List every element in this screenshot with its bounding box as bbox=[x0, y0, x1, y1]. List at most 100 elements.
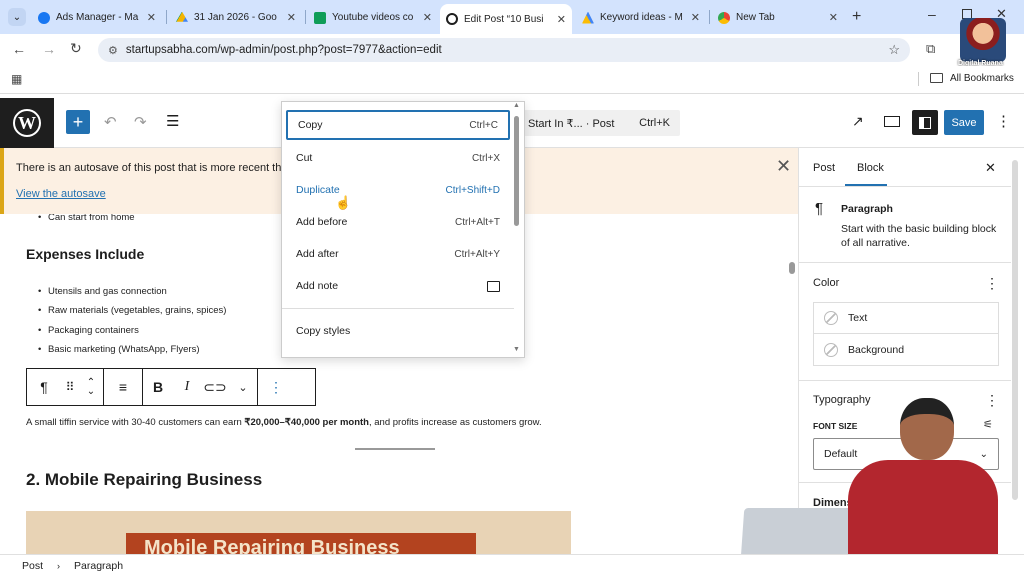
presenter-head bbox=[900, 398, 954, 460]
close-icon[interactable]: ✕ bbox=[691, 11, 700, 24]
menu-item-add-note[interactable]: Add note bbox=[286, 271, 510, 301]
minimize-icon[interactable]: – bbox=[928, 6, 936, 22]
command-palette-bar[interactable]: Start In ₹... · Post Ctrl+K bbox=[520, 110, 680, 136]
paragraph-icon[interactable]: ¶ bbox=[27, 369, 61, 405]
forward-arrow-icon[interactable]: → bbox=[42, 41, 56, 57]
paragraph-earnings[interactable]: A small tiffin service with 30-40 custom… bbox=[26, 417, 542, 428]
menu-item-label: Duplicate bbox=[296, 184, 340, 196]
document-overview-icon[interactable]: ☰ bbox=[166, 112, 179, 130]
all-bookmarks-label[interactable]: All Bookmarks bbox=[950, 73, 1014, 84]
italic-icon[interactable]: I bbox=[173, 369, 201, 405]
new-tab-button[interactable]: + bbox=[852, 8, 861, 26]
bold-icon[interactable]: B bbox=[143, 369, 173, 405]
menu-item-label: Add note bbox=[296, 280, 339, 292]
breadcrumb-post[interactable]: Post bbox=[22, 560, 43, 572]
block-description: Start with the basic building block of a… bbox=[841, 223, 997, 249]
close-icon[interactable]: ✕ bbox=[147, 11, 156, 24]
close-icon[interactable]: ✕ bbox=[829, 11, 838, 24]
more-formats-chevron-icon[interactable]: ⌄ bbox=[229, 369, 257, 405]
tab-title: Keyword ideas - M bbox=[600, 12, 683, 23]
view-autosave-link[interactable]: View the autosave bbox=[16, 188, 106, 200]
undo-icon[interactable]: ↶ bbox=[104, 113, 117, 131]
tab-post[interactable]: Post bbox=[813, 162, 835, 174]
menu-item-shortcut: Ctrl+Shift+D bbox=[445, 184, 500, 196]
scroll-up-icon[interactable]: ▲ bbox=[513, 102, 520, 109]
profile-avatar[interactable] bbox=[960, 18, 1006, 62]
color-section-title: Color bbox=[813, 277, 840, 289]
block-options-icon[interactable]: ⋮ bbox=[258, 369, 294, 405]
swatch-none-icon bbox=[824, 342, 838, 357]
site-info-icon[interactable]: ⚙ bbox=[108, 44, 118, 57]
tab-block[interactable]: Block bbox=[857, 162, 884, 174]
redo-icon[interactable]: ↷ bbox=[134, 113, 147, 131]
scroll-down-icon[interactable]: ▼ bbox=[513, 346, 520, 353]
text-color-label: Text bbox=[848, 312, 868, 324]
menu-item-add-before[interactable]: Add before Ctrl+Alt+T bbox=[286, 207, 510, 237]
close-icon[interactable]: ✕ bbox=[557, 13, 566, 26]
save-button[interactable]: Save bbox=[944, 110, 984, 135]
comment-icon bbox=[487, 280, 500, 292]
menu-item-shortcut: Ctrl+X bbox=[471, 152, 500, 164]
tab-title: Ads Manager - Ma bbox=[56, 12, 139, 23]
align-icon[interactable]: ≡ bbox=[104, 369, 142, 405]
bookmarks-bar: ▦ All Bookmarks bbox=[0, 66, 1024, 94]
back-arrow-icon[interactable]: ← bbox=[12, 41, 26, 57]
close-icon[interactable]: ✕ bbox=[287, 11, 296, 24]
settings-panel-toggle-icon[interactable] bbox=[912, 110, 938, 135]
paragraph-text: , and profits increase as customers grow… bbox=[369, 417, 542, 428]
menu-item-duplicate[interactable]: Duplicate Ctrl+Shift+D bbox=[286, 175, 510, 205]
bookmark-star-icon[interactable]: ☆ bbox=[888, 42, 900, 58]
close-sidebar-icon[interactable]: ✕ bbox=[985, 160, 996, 176]
paragraph-icon: ¶ bbox=[815, 200, 824, 217]
move-up-down-icon[interactable]: ⌃ ⌄ bbox=[79, 369, 103, 405]
menu-item-copy-styles[interactable]: Copy styles bbox=[286, 316, 510, 346]
sidebar-scrollbar[interactable] bbox=[1012, 160, 1018, 500]
tab-edit-post[interactable]: Edit Post “10 Busi ✕ bbox=[440, 4, 572, 34]
view-post-icon[interactable]: ↗ bbox=[852, 113, 864, 130]
tab-sheets[interactable]: Youtube videos co ✕ bbox=[308, 5, 438, 30]
apps-grid-icon[interactable]: ▦ bbox=[11, 72, 22, 86]
tab-new-tab[interactable]: New Tab ✕ bbox=[712, 5, 844, 30]
block-title: Paragraph bbox=[841, 203, 893, 215]
close-notice-icon[interactable]: ✕ bbox=[776, 156, 791, 177]
text-color-option[interactable]: Text bbox=[813, 302, 999, 334]
list-item[interactable]: Packaging containers bbox=[38, 325, 139, 336]
menu-item-label: Add before bbox=[296, 216, 348, 228]
breadcrumb-paragraph[interactable]: Paragraph bbox=[74, 560, 123, 572]
block-inserter-button[interactable]: + bbox=[66, 110, 90, 134]
menu-item-label: Copy styles bbox=[296, 325, 351, 337]
list-item[interactable]: Can start from home bbox=[38, 214, 135, 223]
reload-icon[interactable]: ↻ bbox=[70, 40, 82, 57]
preview-device-icon[interactable] bbox=[884, 116, 900, 127]
background-color-label: Background bbox=[848, 343, 905, 356]
list-item[interactable]: Raw materials (vegetables, grains, spice… bbox=[38, 305, 226, 316]
tab-keyword-ideas[interactable]: Keyword ideas - M ✕ bbox=[576, 5, 706, 30]
address-bar[interactable]: ⚙ startupsabha.com/wp-admin/post.php?pos… bbox=[98, 38, 910, 62]
list-item[interactable]: Basic marketing (WhatsApp, Flyers) bbox=[38, 344, 199, 355]
menu-item-shortcut: Ctrl+Alt+Y bbox=[454, 248, 500, 260]
link-icon[interactable]: ⊂⊃ bbox=[201, 369, 229, 405]
command-shortcut: Ctrl+K bbox=[639, 117, 670, 129]
menu-item-add-after[interactable]: Add after Ctrl+Alt+Y bbox=[286, 239, 510, 269]
tab-drive[interactable]: 31 Jan 2026 - Goo ✕ bbox=[170, 5, 302, 30]
tab-title: Edit Post “10 Busi bbox=[464, 13, 544, 25]
color-options-icon[interactable]: ⋮ bbox=[985, 275, 999, 292]
heading-expenses[interactable]: Expenses Include bbox=[26, 246, 144, 262]
tab-title: 31 Jan 2026 - Goo bbox=[194, 12, 277, 23]
canvas-scrollbar[interactable] bbox=[789, 262, 795, 274]
post-image[interactable]: Mobile Repairing Business bbox=[26, 511, 571, 554]
wordpress-logo[interactable]: W bbox=[0, 98, 54, 148]
tab-ads-manager[interactable]: Ads Manager - Ma ✕ bbox=[32, 5, 162, 30]
options-menu-icon[interactable]: ⋮ bbox=[996, 112, 1011, 130]
menu-item-copy[interactable]: Copy Ctrl+C bbox=[286, 110, 510, 140]
drag-handle-icon[interactable]: ⠿ bbox=[61, 369, 79, 405]
background-color-option[interactable]: Background bbox=[813, 334, 999, 366]
list-item[interactable]: Utensils and gas connection bbox=[38, 286, 167, 297]
tab-search-button[interactable]: ⌄ bbox=[8, 8, 26, 26]
menu-item-cut[interactable]: Cut Ctrl+X bbox=[286, 143, 510, 173]
menu-scrollbar[interactable] bbox=[514, 116, 519, 226]
heading-mobile-repairing[interactable]: 2. Mobile Repairing Business bbox=[26, 470, 262, 490]
extensions-icon[interactable]: ⧉ bbox=[926, 41, 935, 57]
close-icon[interactable]: ✕ bbox=[423, 11, 432, 24]
wordpress-icon bbox=[446, 13, 458, 25]
